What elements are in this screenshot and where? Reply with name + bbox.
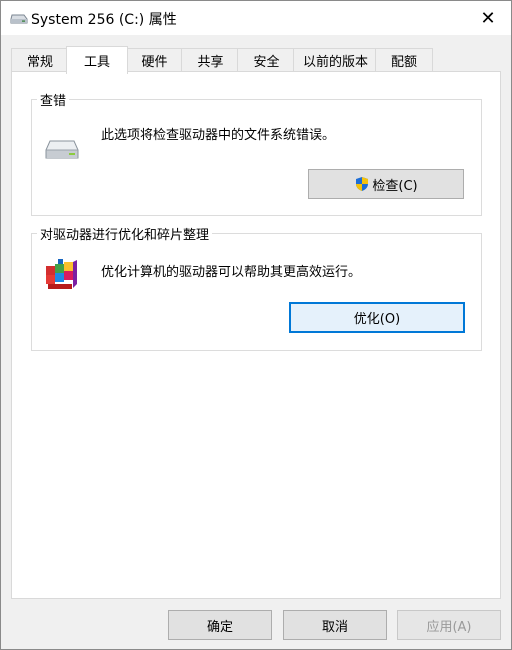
drive-icon [45,140,79,159]
tab-security[interactable]: 安全 [237,48,296,72]
apply-button[interactable]: 应用(A) [397,610,501,640]
cancel-button[interactable]: 取消 [283,610,387,640]
tab-hardware[interactable]: 硬件 [125,48,184,72]
tab-tools[interactable]: 工具 [66,46,128,74]
error-check-group: 查错 此选项将检查驱动器中的文件系统错误。 检查(C) [31,90,482,216]
optimize-title: 对驱动器进行优化和碎片整理 [37,224,213,243]
error-check-title: 查错 [37,90,70,109]
properties-dialog: System 256 (C:) 属性 ✕ 常规 工具 硬件 共享 安全 以前的版… [0,0,512,650]
tab-previous-versions[interactable]: 以前的版本 [293,48,378,72]
tab-quota[interactable]: 配额 [375,48,433,72]
ok-button-label: 确定 [206,619,233,635]
tab-general[interactable]: 常规 [11,48,69,72]
uac-shield-icon [356,177,369,191]
ok-button[interactable]: 确定 [168,610,272,640]
optimize-description: 优化计算机的驱动器可以帮助其更高效运行。 [101,265,362,280]
optimize-button-label: 优化(O) [353,312,401,327]
check-button[interactable]: 检查(C) [308,169,464,199]
drive-title-icon [10,14,28,24]
window-title: System 256 (C:) 属性 [31,12,177,28]
close-button[interactable]: ✕ [465,1,511,35]
defrag-icon [46,259,77,289]
optimize-button[interactable]: 优化(O) [289,302,465,333]
title-bar: System 256 (C:) 属性 ✕ [1,1,511,35]
cancel-button-label: 取消 [321,619,348,635]
error-check-description: 此选项将检查驱动器中的文件系统错误。 [101,128,336,143]
check-button-label: 检查(C) [372,178,418,194]
tools-panel: 查错 此选项将检查驱动器中的文件系统错误。 检查(C) 对驱动器进行优化和碎片整… [11,71,501,599]
optimize-group: 对驱动器进行优化和碎片整理 优化计算机的驱动器可以帮助其更高效运行。 优化(O) [31,224,482,351]
tab-sharing[interactable]: 共享 [181,48,240,72]
close-icon: ✕ [480,7,496,29]
apply-button-label: 应用(A) [426,619,472,635]
